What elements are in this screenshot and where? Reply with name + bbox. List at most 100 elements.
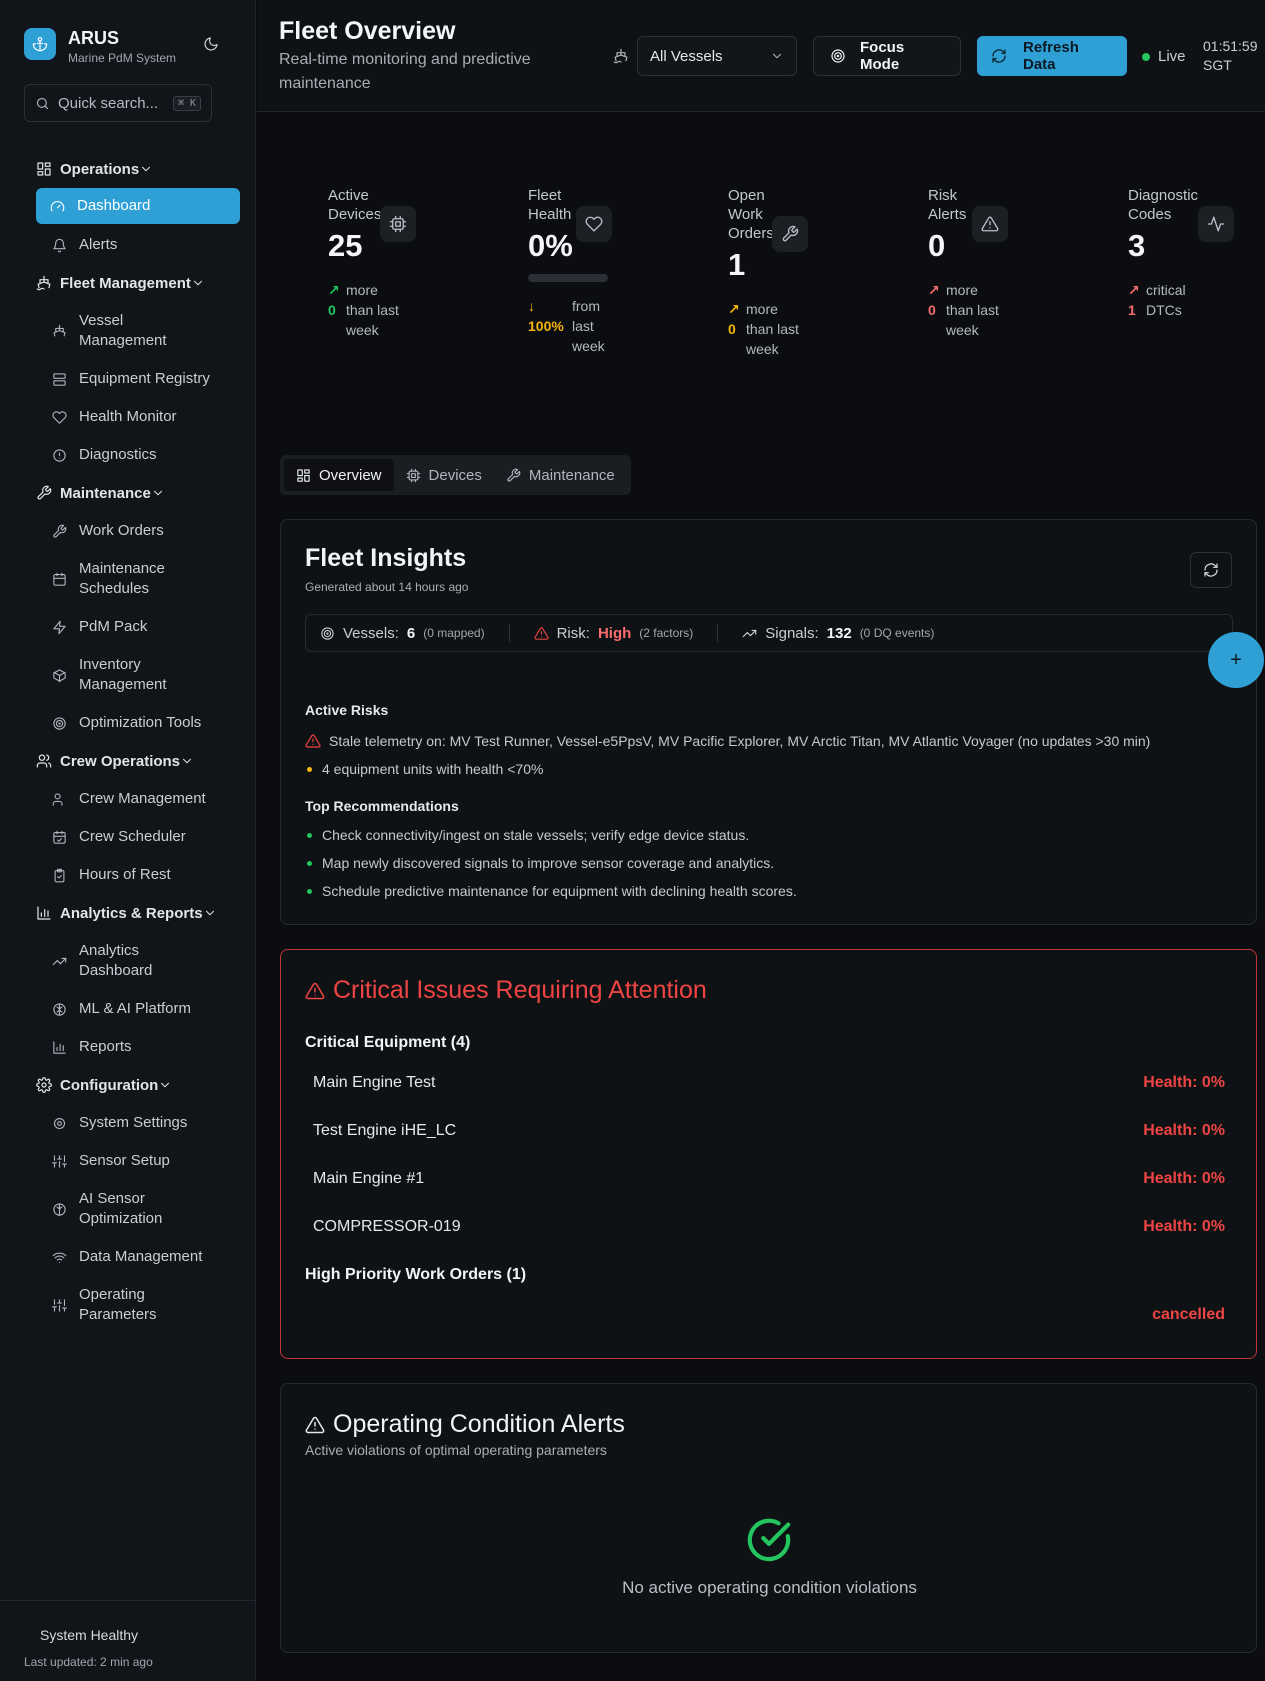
stat-delta: 0 — [928, 302, 936, 318]
nav-group-analytics[interactable]: Analytics & Reports — [36, 894, 240, 932]
moon-icon[interactable] — [203, 36, 219, 52]
metric-signals: Signals: 132 (0 DQ events) — [742, 625, 934, 642]
chevron-down-icon[interactable] — [191, 276, 213, 290]
sidebar-item-ml-ai-platform[interactable]: ML & AI Platform — [36, 990, 240, 1028]
health-progress-bar — [528, 274, 608, 282]
operating-title-text: Operating Condition Alerts — [333, 1410, 625, 1438]
sidebar-item-label: Inventory Management — [79, 656, 167, 693]
work-order-status[interactable]: cancelled — [1081, 1306, 1225, 1324]
nav-group-operations[interactable]: Operations — [36, 150, 240, 188]
sidebar-item-optimization-tools[interactable]: Optimization Tools — [36, 704, 240, 742]
target-icon — [830, 48, 860, 64]
sidebar-item-work-orders[interactable]: Work Orders — [36, 512, 240, 550]
plus-icon: + — [1230, 648, 1242, 671]
anchor-icon[interactable] — [24, 28, 56, 60]
sidebar-item-maintenance-schedules[interactable]: Maintenance Schedules — [36, 550, 240, 608]
list-item[interactable]: Main Engine #1 Health: 0% — [313, 1170, 1225, 1188]
sidebar-item-label: System Settings — [79, 1114, 188, 1131]
sidebar-item-label: Alerts — [79, 236, 118, 253]
stat-active-devices: Active Devices 25 ↗ 0 more than last week — [328, 186, 448, 340]
sidebar-item-crew-scheduler[interactable]: Crew Scheduler — [36, 818, 240, 856]
sliders-icon — [52, 1154, 79, 1169]
check-circle-icon — [746, 1517, 792, 1563]
focus-mode-button[interactable]: Focus Mode — [813, 36, 961, 76]
list-item[interactable]: COMPRESSOR-019 Health: 0% — [313, 1218, 1225, 1236]
vessel-select-value: All Vessels — [650, 47, 723, 65]
sidebar-item-inventory-management[interactable]: Inventory Management — [36, 646, 240, 704]
tab-devices[interactable]: Devices — [394, 459, 494, 491]
recommendation-item: Schedule predictive maintenance for equi… — [305, 883, 797, 899]
equipment-health: Health: 0% — [1143, 1170, 1225, 1187]
nav-group-fleet[interactable]: Fleet Management — [36, 264, 240, 302]
alert-circle-icon — [52, 448, 79, 463]
stat-delta: 0 — [328, 302, 336, 318]
empty-state-text: No active operating condition violations — [622, 1578, 917, 1597]
sidebar-item-equipment-registry[interactable]: Equipment Registry — [36, 360, 240, 398]
refresh-icon — [991, 48, 1023, 64]
sidebar-item-label: Operating Parameters — [79, 1286, 157, 1323]
sidebar-item-sensor-setup[interactable]: Sensor Setup — [36, 1142, 240, 1180]
sidebar-item-data-management[interactable]: Data Management — [36, 1238, 240, 1276]
refresh-insights-button[interactable] — [1190, 552, 1232, 588]
vessel-select[interactable]: All Vessels — [637, 36, 797, 76]
sidebar-item-diagnostics[interactable]: Diagnostics — [36, 436, 240, 474]
sidebar-item-crew-management[interactable]: Crew Management — [36, 780, 240, 818]
chevron-down-icon[interactable] — [151, 486, 173, 500]
chevron-down-icon[interactable] — [139, 162, 161, 176]
warning-icon — [305, 733, 329, 749]
critical-title-text: Critical Issues Requiring Attention — [333, 976, 707, 1004]
stat-trend: ↗ 1 critical DTCs — [1128, 280, 1248, 320]
grid-icon — [36, 161, 60, 177]
recommendations-heading: Top Recommendations — [305, 798, 459, 814]
sidebar-item-dashboard[interactable]: Dashboard — [36, 188, 240, 224]
nav-group-maintenance[interactable]: Maintenance — [36, 474, 240, 512]
nav-group-crew[interactable]: Crew Operations — [36, 742, 240, 780]
sidebar-item-vessel-management[interactable]: Vessel Management — [36, 302, 240, 360]
sidebar-item-operating-parameters[interactable]: Operating Parameters — [36, 1276, 240, 1334]
generated-time: Generated about 14 hours ago — [305, 580, 469, 594]
calendar-icon — [52, 572, 79, 587]
grid-icon — [296, 468, 319, 483]
operating-title: Operating Condition Alerts — [305, 1410, 625, 1439]
sidebar-item-health-monitor[interactable]: Health Monitor — [36, 398, 240, 436]
page-title: Fleet Overview — [279, 17, 456, 45]
metric-value: High — [597, 624, 632, 642]
cpu-icon — [406, 468, 429, 483]
ship-icon — [36, 275, 60, 291]
add-fab-button[interactable]: + — [1208, 632, 1264, 688]
heart-icon — [576, 206, 612, 242]
equipment-health: Health: 0% — [1143, 1074, 1225, 1091]
chevron-down-icon[interactable] — [158, 1078, 180, 1092]
stat-trend: ↗ 0 more than last week — [728, 299, 848, 359]
sidebar-item-analytics-dashboard[interactable]: Analytics Dashboard — [36, 932, 240, 990]
warning-icon — [972, 206, 1008, 242]
search-input[interactable]: Quick search... ⌘ K — [24, 84, 212, 122]
gear-icon — [52, 1116, 79, 1131]
refresh-data-button[interactable]: Refresh Data — [977, 36, 1127, 76]
arrow-down-icon: ↓ — [528, 298, 535, 314]
chevron-down-icon — [770, 49, 784, 63]
sidebar-item-pdm-pack[interactable]: PdM Pack — [36, 608, 240, 646]
nav-group-label: Operations — [60, 160, 140, 178]
sidebar-item-label: Health Monitor — [79, 408, 177, 425]
metric-vessels: Vessels: 6 (0 mapped) — [320, 625, 485, 642]
chevron-down-icon[interactable] — [203, 906, 225, 920]
sidebar-item-reports[interactable]: Reports — [36, 1028, 240, 1066]
list-item[interactable]: Test Engine iHE_LC Health: 0% — [313, 1122, 1225, 1140]
sidebar-item-alerts[interactable]: Alerts — [36, 226, 240, 264]
brain-icon — [52, 1202, 79, 1217]
users-icon — [36, 753, 60, 769]
sidebar-item-ai-sensor-optimization[interactable]: AI Sensor Optimization — [36, 1180, 240, 1238]
nav-group-configuration[interactable]: Configuration — [36, 1066, 240, 1104]
equipment-name: COMPRESSOR-019 — [313, 1218, 461, 1235]
list-item[interactable]: Main Engine Test Health: 0% — [313, 1074, 1225, 1092]
stat-delta-text: more than last week — [746, 301, 799, 357]
tab-label: Devices — [428, 466, 482, 484]
sidebar-item-system-settings[interactable]: System Settings — [36, 1104, 240, 1142]
chevron-down-icon[interactable] — [180, 754, 202, 768]
warning-icon — [305, 981, 333, 1001]
critical-issues-card: Critical Issues Requiring Attention Crit… — [280, 949, 1257, 1359]
tab-maintenance[interactable]: Maintenance — [494, 459, 627, 491]
sidebar-item-hours-of-rest[interactable]: Hours of Rest — [36, 856, 240, 894]
tab-overview[interactable]: Overview — [284, 459, 394, 491]
